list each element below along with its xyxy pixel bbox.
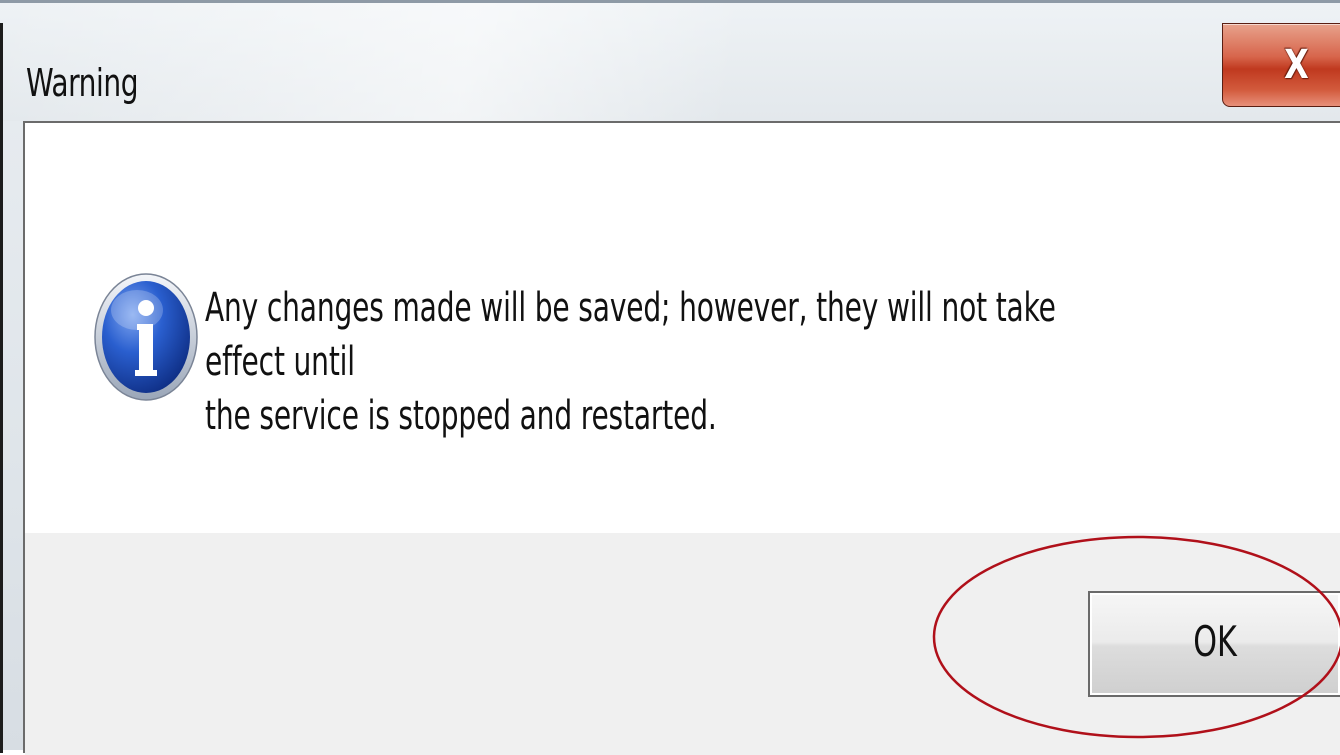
information-icon bbox=[94, 273, 198, 401]
close-button[interactable]: X bbox=[1222, 23, 1340, 107]
message-text: Any changes made will be saved; however,… bbox=[205, 281, 1141, 443]
message-line-2: the service is stopped and restarted. bbox=[205, 393, 717, 439]
message-line-1: Any changes made will be saved; however,… bbox=[205, 285, 1056, 385]
title-bar[interactable]: Warning X bbox=[0, 3, 1340, 121]
window-title: Warning bbox=[26, 61, 139, 105]
ok-button[interactable]: OK bbox=[1088, 591, 1340, 697]
ok-button-label: OK bbox=[1193, 617, 1237, 666]
message-area: Any changes made will be saved; however,… bbox=[25, 123, 1340, 533]
dialog-content: Any changes made will be saved; however,… bbox=[23, 121, 1340, 755]
dialog-window: Warning X Any changes made will be saved… bbox=[0, 0, 1340, 755]
close-icon: X bbox=[1284, 42, 1309, 88]
window-border-left bbox=[0, 23, 3, 753]
button-area: OK bbox=[25, 533, 1340, 755]
